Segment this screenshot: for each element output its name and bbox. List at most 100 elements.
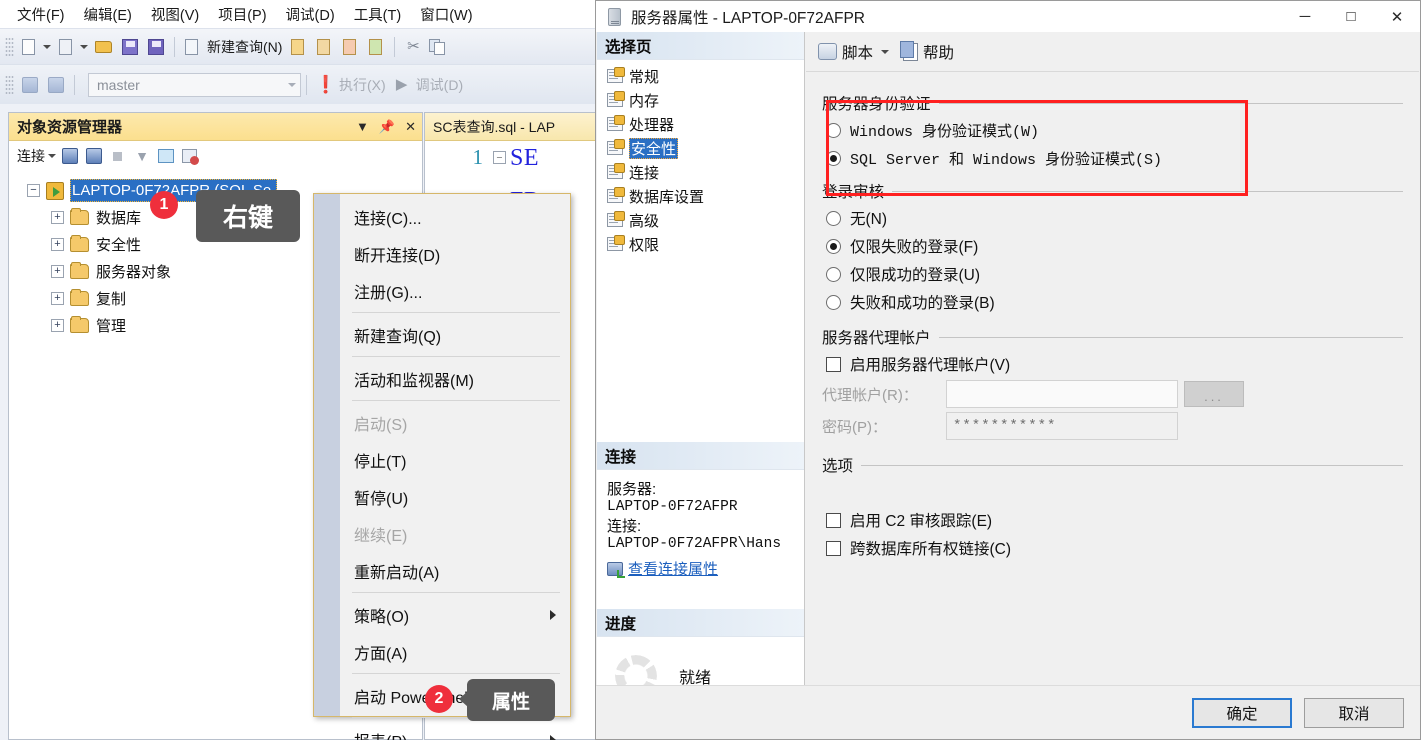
menu-item-activity-monitor[interactable]: 活动和监视器(M) (314, 360, 570, 397)
pin-icon[interactable]: 📌 (379, 119, 395, 135)
browse-button[interactable]: ... (1184, 381, 1244, 407)
menu-item-stop[interactable]: 停止(T) (314, 441, 570, 478)
radio-sql-and-windows-auth[interactable]: SQL Server 和 Windows 身份验证模式(S) (822, 144, 1403, 172)
page-item-memory[interactable]: 内存 (601, 88, 804, 112)
checkbox-cross-db-ownership-chaining[interactable]: 跨数据库所有权链接(C) (822, 534, 1403, 562)
menu-item-edit[interactable]: 编辑(E) (75, 2, 142, 27)
connect-dropdown-button[interactable]: 连接 (17, 146, 56, 166)
radio-icon[interactable] (826, 210, 841, 226)
checkbox-label: 启用服务器代理帐户(V) (850, 357, 1011, 374)
new-project-button[interactable] (18, 34, 53, 60)
radio-windows-auth[interactable]: Windows 身份验证模式(W) (822, 116, 1403, 144)
oe-script-icon[interactable] (180, 146, 200, 166)
tree-expand-icon-3[interactable]: + (51, 265, 64, 278)
toolbar-grip-icon[interactable] (5, 36, 14, 57)
oe-filter-icon[interactable]: ▼ (132, 146, 152, 166)
view-connection-properties-row[interactable]: 查看连接属性 (607, 558, 794, 579)
minimize-button[interactable]: ─ (1282, 1, 1328, 32)
checkbox-enable-server-proxy[interactable]: 启用服务器代理帐户(V) (822, 350, 1403, 378)
db-engine-query-button[interactable] (286, 34, 310, 60)
chevron-down-icon-2[interactable] (80, 44, 88, 49)
cancel-button[interactable]: 取消 (1304, 697, 1404, 728)
query-tab[interactable]: SC表查询.sql - LAP (425, 113, 600, 141)
menu-item-connect[interactable]: 连接(C)... (314, 198, 570, 235)
radio-icon[interactable] (826, 122, 841, 138)
chevron-down-icon-script[interactable] (881, 49, 890, 54)
page-item-permissions[interactable]: 权限 (601, 232, 804, 256)
save-all-button[interactable] (144, 34, 168, 60)
radio-audit-none[interactable]: 无(N) (822, 204, 1403, 232)
menu-item-view[interactable]: 视图(V) (142, 2, 209, 27)
radio-icon[interactable] (826, 266, 841, 282)
menu-item-file[interactable]: 文件(F) (8, 2, 75, 27)
maximize-button[interactable]: □ (1328, 1, 1374, 32)
radio-audit-successful-only[interactable]: 仅限成功的登录(U) (822, 260, 1403, 288)
chevron-down-icon-3[interactable] (288, 82, 296, 87)
dmx-query-button[interactable] (338, 34, 362, 60)
tree-collapse-icon[interactable]: − (27, 184, 40, 197)
view-connection-properties-link[interactable]: 查看连接属性 (628, 558, 718, 579)
oe-connect-icon[interactable] (60, 146, 80, 166)
menu-item-new-query[interactable]: 新建查询(Q) (314, 316, 570, 353)
close-button[interactable]: ✕ (1374, 1, 1420, 32)
password-input[interactable]: *********** (946, 412, 1178, 440)
copy-button[interactable] (427, 34, 451, 60)
xmla-query-button[interactable] (364, 34, 388, 60)
menu-item-tools[interactable]: 工具(T) (345, 2, 412, 27)
disconnect-object-explorer-button[interactable] (44, 72, 68, 98)
object-explorer-toolbar: 连接 ▼ (9, 141, 422, 171)
page-item-advanced[interactable]: 高级 (601, 208, 804, 232)
menu-item-facets[interactable]: 方面(A) (314, 633, 570, 670)
oe-refresh-icon[interactable] (156, 146, 176, 166)
page-item-database-settings[interactable]: 数据库设置 (601, 184, 804, 208)
menu-item-debug[interactable]: 调试(D) (277, 2, 345, 27)
radio-icon-selected[interactable] (826, 150, 841, 166)
tree-expand-icon-2[interactable]: + (51, 238, 64, 251)
menu-item-policies[interactable]: 策略(O) (314, 596, 570, 633)
mdx-query-button[interactable] (312, 34, 336, 60)
tree-expand-icon-4[interactable]: + (51, 292, 64, 305)
execute-button[interactable]: ❗ 执行(X) (313, 72, 388, 98)
cut-button[interactable]: ✂ (401, 34, 425, 60)
help-button[interactable]: 帮助 (900, 40, 954, 63)
fold-icon[interactable]: − (493, 151, 506, 164)
debug-button[interactable]: ▶ 调试(D) (390, 72, 465, 98)
menu-item-project[interactable]: 项目(P) (209, 2, 276, 27)
chevron-down-icon[interactable] (43, 44, 51, 49)
oe-disconnect-icon[interactable] (84, 146, 104, 166)
close-icon[interactable]: ✕ (405, 119, 416, 135)
new-query-button[interactable]: 新建查询(N) (181, 34, 284, 60)
page-item-processors[interactable]: 处理器 (601, 112, 804, 136)
menu-item-register[interactable]: 注册(G)... (314, 272, 570, 309)
tree-expand-icon-5[interactable]: + (51, 319, 64, 332)
menu-item-pause[interactable]: 暂停(U) (314, 478, 570, 515)
radio-icon[interactable] (826, 294, 841, 310)
checkbox-icon[interactable] (826, 512, 841, 528)
page-item-general[interactable]: 常规 (601, 64, 804, 88)
connect-object-explorer-button[interactable] (18, 72, 42, 98)
ok-button[interactable]: 确定 (1192, 697, 1292, 728)
page-item-connections[interactable]: 连接 (601, 160, 804, 184)
menu-item-disconnect[interactable]: 断开连接(D) (314, 235, 570, 272)
toolbar-grip-icon-2[interactable] (5, 74, 14, 95)
radio-audit-both[interactable]: 失败和成功的登录(B) (822, 288, 1403, 316)
panel-dropdown-icon[interactable]: ▼ (356, 119, 369, 134)
checkbox-c2-audit-tracing[interactable]: 启用 C2 审核跟踪(E) (822, 506, 1403, 534)
chevron-down-icon-4[interactable] (48, 153, 56, 158)
menu-item-window[interactable]: 窗口(W) (411, 2, 482, 27)
new-item-button[interactable] (55, 34, 90, 60)
page-item-security[interactable]: 安全性 (601, 136, 804, 160)
checkbox-icon[interactable] (826, 356, 841, 372)
save-button[interactable] (118, 34, 142, 60)
script-button[interactable]: 脚本 (818, 41, 890, 63)
menu-separator (352, 312, 560, 313)
open-file-button[interactable] (92, 34, 116, 60)
menu-item-restart[interactable]: 重新启动(A) (314, 552, 570, 589)
database-selector[interactable]: master (88, 72, 301, 97)
radio-icon-selected[interactable] (826, 238, 841, 254)
tree-expand-icon-1[interactable]: + (51, 211, 64, 224)
radio-audit-failed-only[interactable]: 仅限失败的登录(F) (822, 232, 1403, 260)
checkbox-icon[interactable] (826, 540, 841, 556)
menu-item-reports[interactable]: 报表(P) (314, 721, 570, 740)
proxy-account-input[interactable] (946, 380, 1178, 408)
